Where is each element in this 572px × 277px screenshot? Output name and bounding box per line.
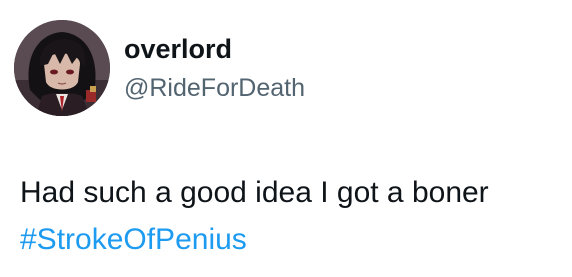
tweet-text: Had such a good idea I got a boner bbox=[20, 176, 489, 209]
anime-character-avatar-icon bbox=[14, 20, 110, 116]
avatar[interactable] bbox=[14, 20, 110, 116]
hashtag-link[interactable]: #StrokeOfPenius bbox=[20, 220, 247, 260]
user-handle[interactable]: @RideForDeath bbox=[124, 72, 305, 104]
display-name[interactable]: overlord bbox=[124, 33, 232, 65]
tweet-card: overlord @RideForDeath Had such a good i… bbox=[0, 0, 572, 277]
